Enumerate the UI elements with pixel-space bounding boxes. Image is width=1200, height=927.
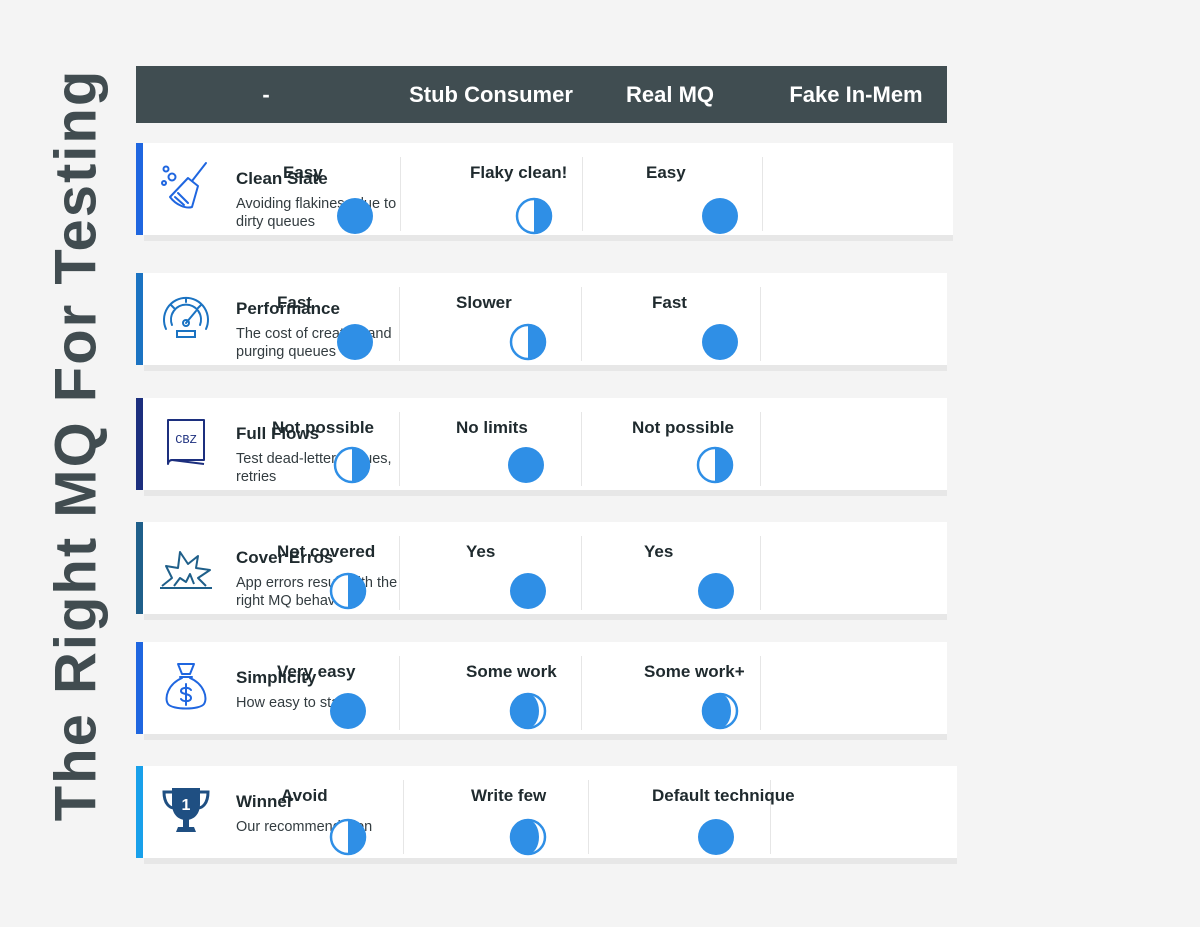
rating-three-quarter-icon (701, 692, 739, 730)
rating-full-icon (336, 323, 374, 361)
trophy-icon: 1 (158, 782, 214, 838)
table-header: - Stub Consumer Real MQ Fake In-Mem (136, 66, 947, 123)
rating-three-quarter-icon (509, 692, 547, 730)
table-row: Cover Erros App errors result with the ri… (136, 522, 947, 620)
column-divider (760, 412, 761, 486)
header-stub-consumer: Stub Consumer (409, 82, 573, 107)
cell-text-fake-in-mem: Fast (652, 293, 687, 312)
cell-text-fake-in-mem: Some work+ (644, 662, 745, 681)
column-divider (581, 287, 582, 361)
row-subtitle: The cost of creating and purging queues (236, 326, 392, 360)
svg-text:1: 1 (182, 797, 191, 814)
table-row: 1 Winner Our recommendation Avoid Write few D… (136, 766, 957, 864)
rating-half-icon (509, 323, 547, 361)
row-shadow (144, 614, 947, 620)
table-row: Clean Slate Avoiding flakiness due to dir… (136, 143, 953, 241)
row-accent-bar (136, 273, 143, 365)
table-row: CBZ Full Flows Test dead-letter queues, re… (136, 398, 947, 496)
row-accent-bar (136, 522, 143, 614)
column-divider (582, 157, 583, 231)
cell-text-fake-in-mem: Yes (644, 542, 674, 561)
rating-full-icon (701, 323, 739, 361)
rating-full-icon (509, 572, 547, 610)
row-subtitle: Our recommendation (236, 819, 373, 835)
book-icon: CBZ (158, 414, 214, 470)
cell-text-fake-in-mem: Not possible (632, 418, 735, 437)
column-divider (399, 656, 400, 730)
rating-full-icon (329, 692, 367, 730)
column-divider (762, 157, 763, 231)
rating-full-icon (697, 572, 735, 610)
rating-full-icon (507, 446, 545, 484)
column-divider (399, 412, 400, 486)
row-subtitle: App errors result with the right MQ beha… (236, 575, 398, 609)
row-shadow (144, 365, 947, 371)
cell-text-real-mq: Write few (471, 786, 547, 805)
cell-text-stub-consumer: Not possible (272, 418, 375, 437)
cell-text-real-mq: Some work (466, 662, 557, 681)
broom-icon (158, 159, 214, 215)
column-divider (581, 412, 582, 486)
row-accent-bar (136, 143, 143, 235)
cell-text-real-mq: No limits (456, 418, 528, 437)
cell-text-real-mq: Yes (466, 542, 496, 561)
column-divider (399, 536, 400, 610)
table-row: Performance The cost of creating and purg… (136, 273, 947, 371)
column-divider (760, 656, 761, 730)
rating-half-icon (515, 197, 553, 235)
row-shadow (144, 490, 947, 496)
cell-text-real-mq: Slower (456, 293, 512, 312)
rating-full-icon (701, 197, 739, 235)
cell-text-stub-consumer: Easy (283, 163, 323, 182)
column-divider (399, 287, 400, 361)
column-divider (760, 287, 761, 361)
cell-text-stub-consumer: Avoid (281, 786, 328, 805)
row-accent-bar (136, 642, 143, 734)
row-subtitle: Avoiding flakiness due to dirty queues (236, 196, 397, 230)
column-divider (581, 656, 582, 730)
cell-text-stub-consumer: Fast (277, 293, 312, 312)
column-divider (403, 780, 404, 854)
column-divider (400, 157, 401, 231)
row-subtitle: How easy to start (236, 695, 349, 711)
header-label-column: - (262, 82, 270, 107)
rating-full-icon (336, 197, 374, 235)
cell-text-stub-consumer: Very easy (277, 662, 356, 681)
column-divider (588, 780, 589, 854)
cell-text-fake-in-mem: Easy (646, 163, 686, 182)
row-shadow (144, 235, 953, 241)
column-divider (760, 536, 761, 610)
svg-text:CBZ: CBZ (175, 433, 197, 447)
row-subtitle: Test dead-letter queues, retries (236, 451, 392, 485)
header-fake-in-mem: Fake In-Mem (789, 82, 923, 107)
money-bag-icon (158, 658, 214, 714)
cell-text-fake-in-mem: Default technique (652, 786, 795, 805)
rating-half-icon (329, 572, 367, 610)
rating-half-icon (329, 818, 367, 856)
page-title: The Right MQ For Testing (43, 68, 109, 822)
rating-half-icon (333, 446, 371, 484)
row-shadow (144, 734, 947, 740)
table-row: Simplicity How easy to start Very easy Some… (136, 642, 947, 740)
rating-three-quarter-icon (509, 818, 547, 856)
cell-text-stub-consumer: Not covered (277, 542, 376, 561)
row-shadow (144, 858, 957, 864)
row-accent-bar (136, 766, 143, 858)
speedometer-icon (158, 289, 214, 345)
header-real-mq: Real MQ (625, 82, 715, 107)
explosion-icon (158, 538, 214, 594)
rating-full-icon (697, 818, 735, 856)
column-divider (581, 536, 582, 610)
rating-half-icon (696, 446, 734, 484)
row-accent-bar (136, 398, 143, 490)
cell-text-real-mq: Flaky clean! (470, 163, 568, 182)
